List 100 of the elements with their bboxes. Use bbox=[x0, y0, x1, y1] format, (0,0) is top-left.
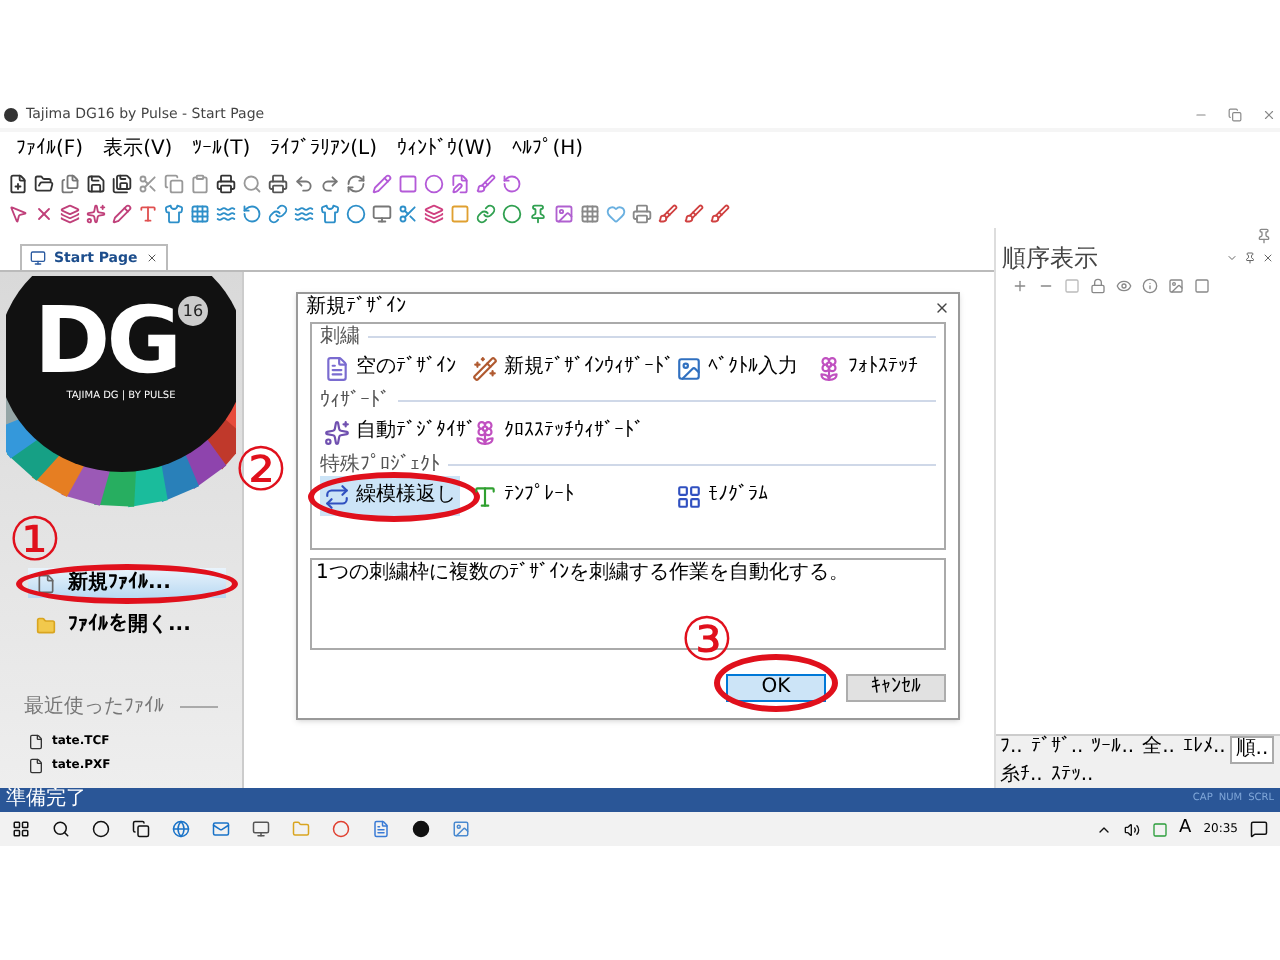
brush-icon[interactable] bbox=[476, 173, 496, 193]
design-type-option[interactable]: ﾃﾝﾌﾟﾚｰﾄ bbox=[468, 476, 578, 516]
copy-icon[interactable] bbox=[164, 173, 184, 193]
task-view-icon[interactable] bbox=[132, 820, 150, 838]
panel-tab[interactable]: ｽﾃｯ.. bbox=[1046, 764, 1098, 788]
menu-item[interactable]: ﾌｧｲﾙ(F) bbox=[16, 140, 84, 160]
speaker-icon[interactable] bbox=[1123, 821, 1140, 837]
computer-icon[interactable] bbox=[252, 820, 270, 838]
pin-icon[interactable] bbox=[1256, 228, 1272, 244]
dropdown-icon[interactable] bbox=[1226, 252, 1238, 264]
sparkle-icon[interactable] bbox=[86, 203, 106, 223]
grid-icon[interactable] bbox=[190, 203, 210, 223]
design-type-option[interactable]: ﾓﾉｸﾞﾗﾑ bbox=[672, 476, 772, 516]
files-icon[interactable] bbox=[60, 173, 80, 193]
document-icon bbox=[324, 355, 350, 381]
eye-icon[interactable] bbox=[1116, 278, 1132, 294]
redo-icon[interactable] bbox=[320, 173, 340, 193]
file-icon bbox=[28, 757, 44, 773]
heart-icon[interactable] bbox=[606, 203, 626, 223]
design-type-option[interactable]: 新規ﾃﾞｻﾞｲﾝｳｨｻﾞｰﾄﾞ bbox=[468, 348, 678, 388]
link-icon[interactable] bbox=[268, 203, 288, 223]
chain-icon[interactable] bbox=[476, 203, 496, 223]
menu-item[interactable]: ﾂｰﾙ(T) bbox=[192, 140, 251, 160]
pin-icon[interactable] bbox=[1244, 252, 1256, 264]
pencil-icon[interactable] bbox=[112, 203, 132, 223]
arc-icon[interactable] bbox=[502, 173, 522, 193]
menu-item[interactable]: ﾗｲﾌﾞﾗﾘｱﾝ(L) bbox=[270, 140, 378, 160]
close-icon[interactable] bbox=[145, 252, 158, 264]
save-all-icon[interactable] bbox=[112, 173, 132, 193]
menu-item[interactable]: 表示(V) bbox=[103, 140, 173, 160]
search-icon[interactable] bbox=[52, 820, 70, 838]
pin-icon[interactable] bbox=[528, 203, 548, 223]
annotation-number: ② bbox=[234, 442, 288, 502]
note-icon[interactable] bbox=[450, 173, 470, 193]
ring-icon[interactable] bbox=[346, 203, 366, 223]
close-icon[interactable] bbox=[1262, 252, 1274, 264]
file-icon bbox=[28, 733, 44, 749]
design-type-option[interactable]: ﾌｫﾄｽﾃｯﾁ bbox=[812, 348, 922, 388]
panel-title: 順序表示 bbox=[1002, 246, 1098, 270]
add-icon[interactable] bbox=[1012, 278, 1028, 294]
shirt-icon[interactable] bbox=[164, 203, 184, 223]
ime-indicator[interactable]: A bbox=[1179, 820, 1192, 838]
dialog-button[interactable]: ｷｬﾝｾﾙ bbox=[846, 674, 946, 702]
app-tray-icon[interactable] bbox=[1151, 821, 1168, 837]
printer-icon[interactable] bbox=[268, 173, 288, 193]
letter-icon[interactable] bbox=[138, 203, 158, 223]
refresh-icon[interactable] bbox=[346, 173, 366, 193]
restore-icon[interactable] bbox=[1228, 107, 1242, 121]
scissors-icon[interactable] bbox=[398, 203, 418, 223]
design-type-option[interactable]: 空のﾃﾞｻﾞｲﾝ bbox=[320, 348, 460, 388]
undo-icon[interactable] bbox=[294, 173, 314, 193]
menu-item[interactable]: ﾍﾙﾌﾟ(H) bbox=[512, 140, 584, 160]
browser-icon[interactable] bbox=[172, 820, 190, 838]
start-icon[interactable] bbox=[12, 820, 30, 838]
panel-tab[interactable]: ﾃﾞｻﾞ.. bbox=[1026, 736, 1088, 764]
panel-tab[interactable]: ﾂｰﾙ.. bbox=[1087, 736, 1139, 764]
save-icon[interactable] bbox=[86, 173, 106, 193]
layers-icon[interactable] bbox=[60, 203, 80, 223]
wand-icon bbox=[472, 355, 498, 381]
cross-icon[interactable] bbox=[34, 203, 54, 223]
image-icon[interactable] bbox=[1168, 278, 1184, 294]
square-icon[interactable] bbox=[450, 203, 470, 223]
square-icon[interactable] bbox=[398, 173, 418, 193]
panel-tab[interactable]: ｴﾚﾒ.. bbox=[1178, 736, 1230, 764]
flower-icon bbox=[816, 355, 842, 381]
design-type-option[interactable]: 自動ﾃﾞｼﾞﾀｲｻﾞ bbox=[320, 412, 480, 452]
file-icon bbox=[36, 573, 56, 593]
flower-icon bbox=[472, 419, 498, 445]
monitor-icon[interactable] bbox=[372, 203, 392, 223]
image-icon[interactable] bbox=[554, 203, 574, 223]
lock-icon[interactable] bbox=[1090, 278, 1106, 294]
pointer-icon[interactable] bbox=[8, 203, 28, 223]
recent-files-heading: 最近使ったﾌｧｲﾙ bbox=[24, 693, 164, 722]
disc-icon[interactable] bbox=[502, 203, 522, 223]
pencil-icon[interactable] bbox=[372, 173, 392, 193]
new-file-icon[interactable] bbox=[8, 173, 28, 193]
close-icon[interactable] bbox=[934, 300, 950, 316]
panel-tab[interactable]: 全.. bbox=[1138, 736, 1179, 764]
section-heading: 刺繍 bbox=[320, 326, 360, 348]
app-icon[interactable] bbox=[412, 820, 430, 838]
document-icon[interactable] bbox=[372, 820, 390, 838]
circle-icon[interactable] bbox=[92, 820, 110, 838]
frame-icon[interactable] bbox=[1194, 278, 1210, 294]
curve-icon[interactable] bbox=[242, 203, 262, 223]
start-action[interactable]: ﾌｧｲﾙを開く... bbox=[28, 610, 226, 640]
sparkle-icon bbox=[324, 419, 350, 445]
panel-tab[interactable]: 糸ﾁ.. bbox=[996, 764, 1047, 788]
panel-tab[interactable]: 順.. bbox=[1229, 736, 1275, 764]
design-type-option[interactable]: ﾍﾞｸﾄﾙ入力 bbox=[672, 348, 802, 388]
folder-icon[interactable] bbox=[34, 173, 54, 193]
info-icon[interactable] bbox=[1142, 278, 1158, 294]
notification-icon[interactable] bbox=[1250, 820, 1268, 838]
dialog-button[interactable]: OK bbox=[726, 674, 826, 702]
grid-icon bbox=[676, 483, 702, 509]
panel-tab[interactable]: ﾌ.. bbox=[996, 736, 1027, 764]
picture-icon[interactable] bbox=[452, 820, 470, 838]
printer-icon[interactable] bbox=[216, 173, 236, 193]
menu-item[interactable]: ｳｨﾝﾄﾞｳ(W) bbox=[397, 140, 493, 160]
mail-icon[interactable] bbox=[212, 820, 230, 838]
wave-icon[interactable] bbox=[216, 203, 236, 223]
